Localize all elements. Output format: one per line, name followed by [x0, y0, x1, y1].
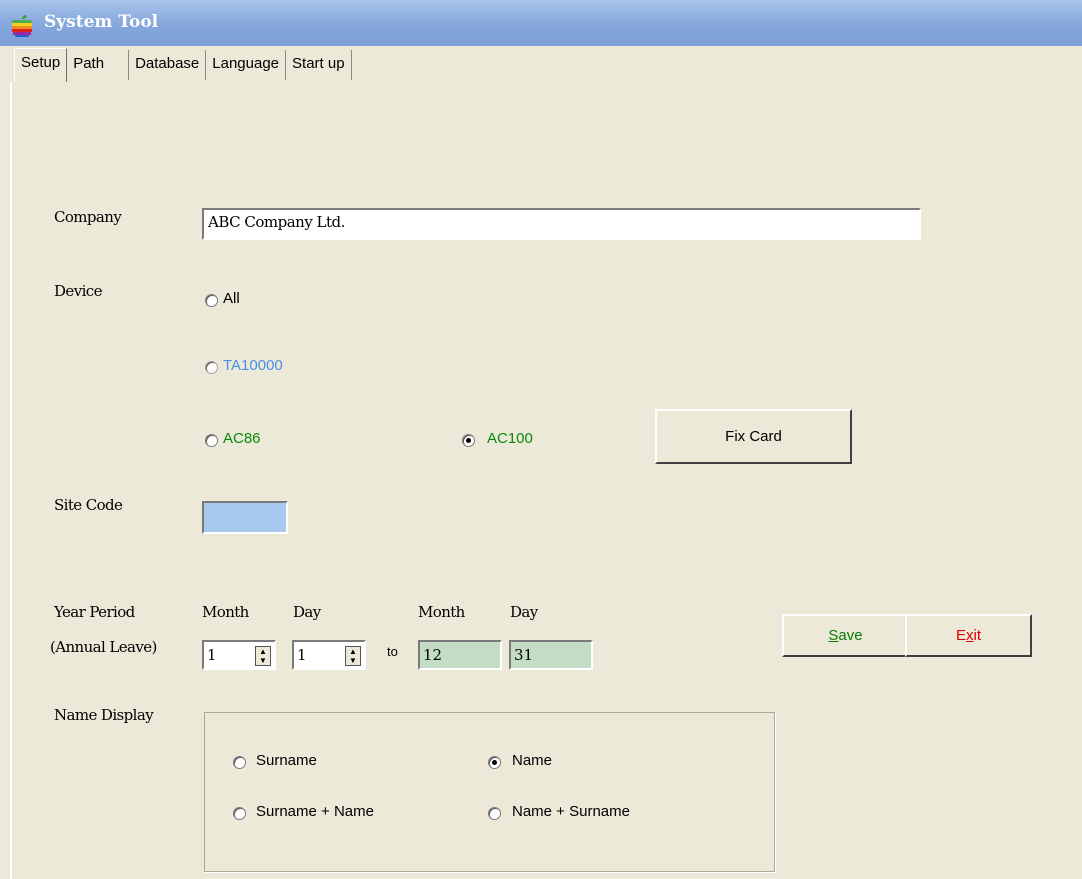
save-button[interactable]: Save: [782, 614, 909, 657]
device-option-ta10000-label: TA10000: [223, 357, 283, 374]
company-input[interactable]: ABC Company Ltd.: [202, 208, 921, 240]
name-radio-surname-name[interactable]: [233, 807, 246, 820]
name-radio-surname[interactable]: [233, 756, 246, 769]
name-option-surname-name-label: Surname + Name: [256, 803, 374, 820]
tab-path[interactable]: Path: [67, 50, 130, 80]
apple-logo-icon: [12, 15, 32, 37]
name-display-group: [204, 712, 775, 872]
tab-start-up[interactable]: Start up: [286, 50, 352, 80]
spin-updown-icon[interactable]: ▲ ▼: [345, 646, 361, 666]
device-radio-ac86[interactable]: [205, 434, 218, 447]
site-code-input[interactable]: [202, 501, 288, 534]
from-day-header: Day: [293, 603, 321, 621]
save-mnemonic: S: [828, 627, 839, 644]
name-option-surname-label: Surname: [256, 752, 317, 769]
from-month-value: 1: [207, 646, 217, 664]
device-radio-ta10000[interactable]: [205, 361, 218, 374]
device-option-all-label: All: [223, 290, 240, 307]
fix-card-button[interactable]: Fix Card: [655, 409, 852, 464]
to-month-header: Month: [418, 603, 465, 621]
to-day-header: Day: [510, 603, 538, 621]
name-radio-name-surname[interactable]: [488, 807, 501, 820]
window-title: System Tool: [44, 12, 159, 32]
name-radio-name[interactable]: [488, 756, 501, 769]
to-month-field: 12: [418, 640, 502, 670]
name-display-label: Name Display: [54, 706, 154, 724]
name-option-name-surname-label: Name + Surname: [512, 803, 630, 820]
tab-language[interactable]: Language: [206, 50, 287, 80]
exit-after: it: [973, 627, 982, 644]
exit-before: E: [955, 627, 966, 644]
tab-setup[interactable]: Setup: [14, 48, 68, 82]
exit-mnemonic: x: [966, 627, 974, 644]
tab-database[interactable]: Database: [129, 50, 207, 80]
device-radio-all[interactable]: [205, 294, 218, 307]
from-day-spinner[interactable]: 1 ▲ ▼: [292, 640, 366, 670]
device-label: Device: [54, 282, 102, 300]
from-day-value: 1: [297, 646, 307, 664]
year-period-label: Year Period: [54, 603, 135, 621]
from-month-header: Month: [202, 603, 249, 621]
device-option-ac100-label: AC100: [487, 430, 533, 447]
site-code-label: Site Code: [54, 496, 123, 514]
exit-button[interactable]: Exit: [905, 614, 1032, 657]
from-month-spinner[interactable]: 1 ▲ ▼: [202, 640, 276, 670]
device-radio-ac100[interactable]: [462, 434, 475, 447]
to-label: to: [387, 644, 398, 659]
title-bar[interactable]: [0, 0, 1082, 46]
tab-strip: Setup Path Database Language Start up: [14, 48, 352, 82]
company-label: Company: [54, 208, 122, 226]
annual-leave-label: (Annual Leave): [50, 638, 157, 656]
device-option-ac86-label: AC86: [223, 430, 261, 447]
to-day-field: 31: [509, 640, 593, 670]
spin-updown-icon[interactable]: ▲ ▼: [255, 646, 271, 666]
name-option-name-label: Name: [512, 752, 553, 769]
panel-edge: [10, 82, 12, 879]
save-rest: ave: [838, 627, 863, 644]
